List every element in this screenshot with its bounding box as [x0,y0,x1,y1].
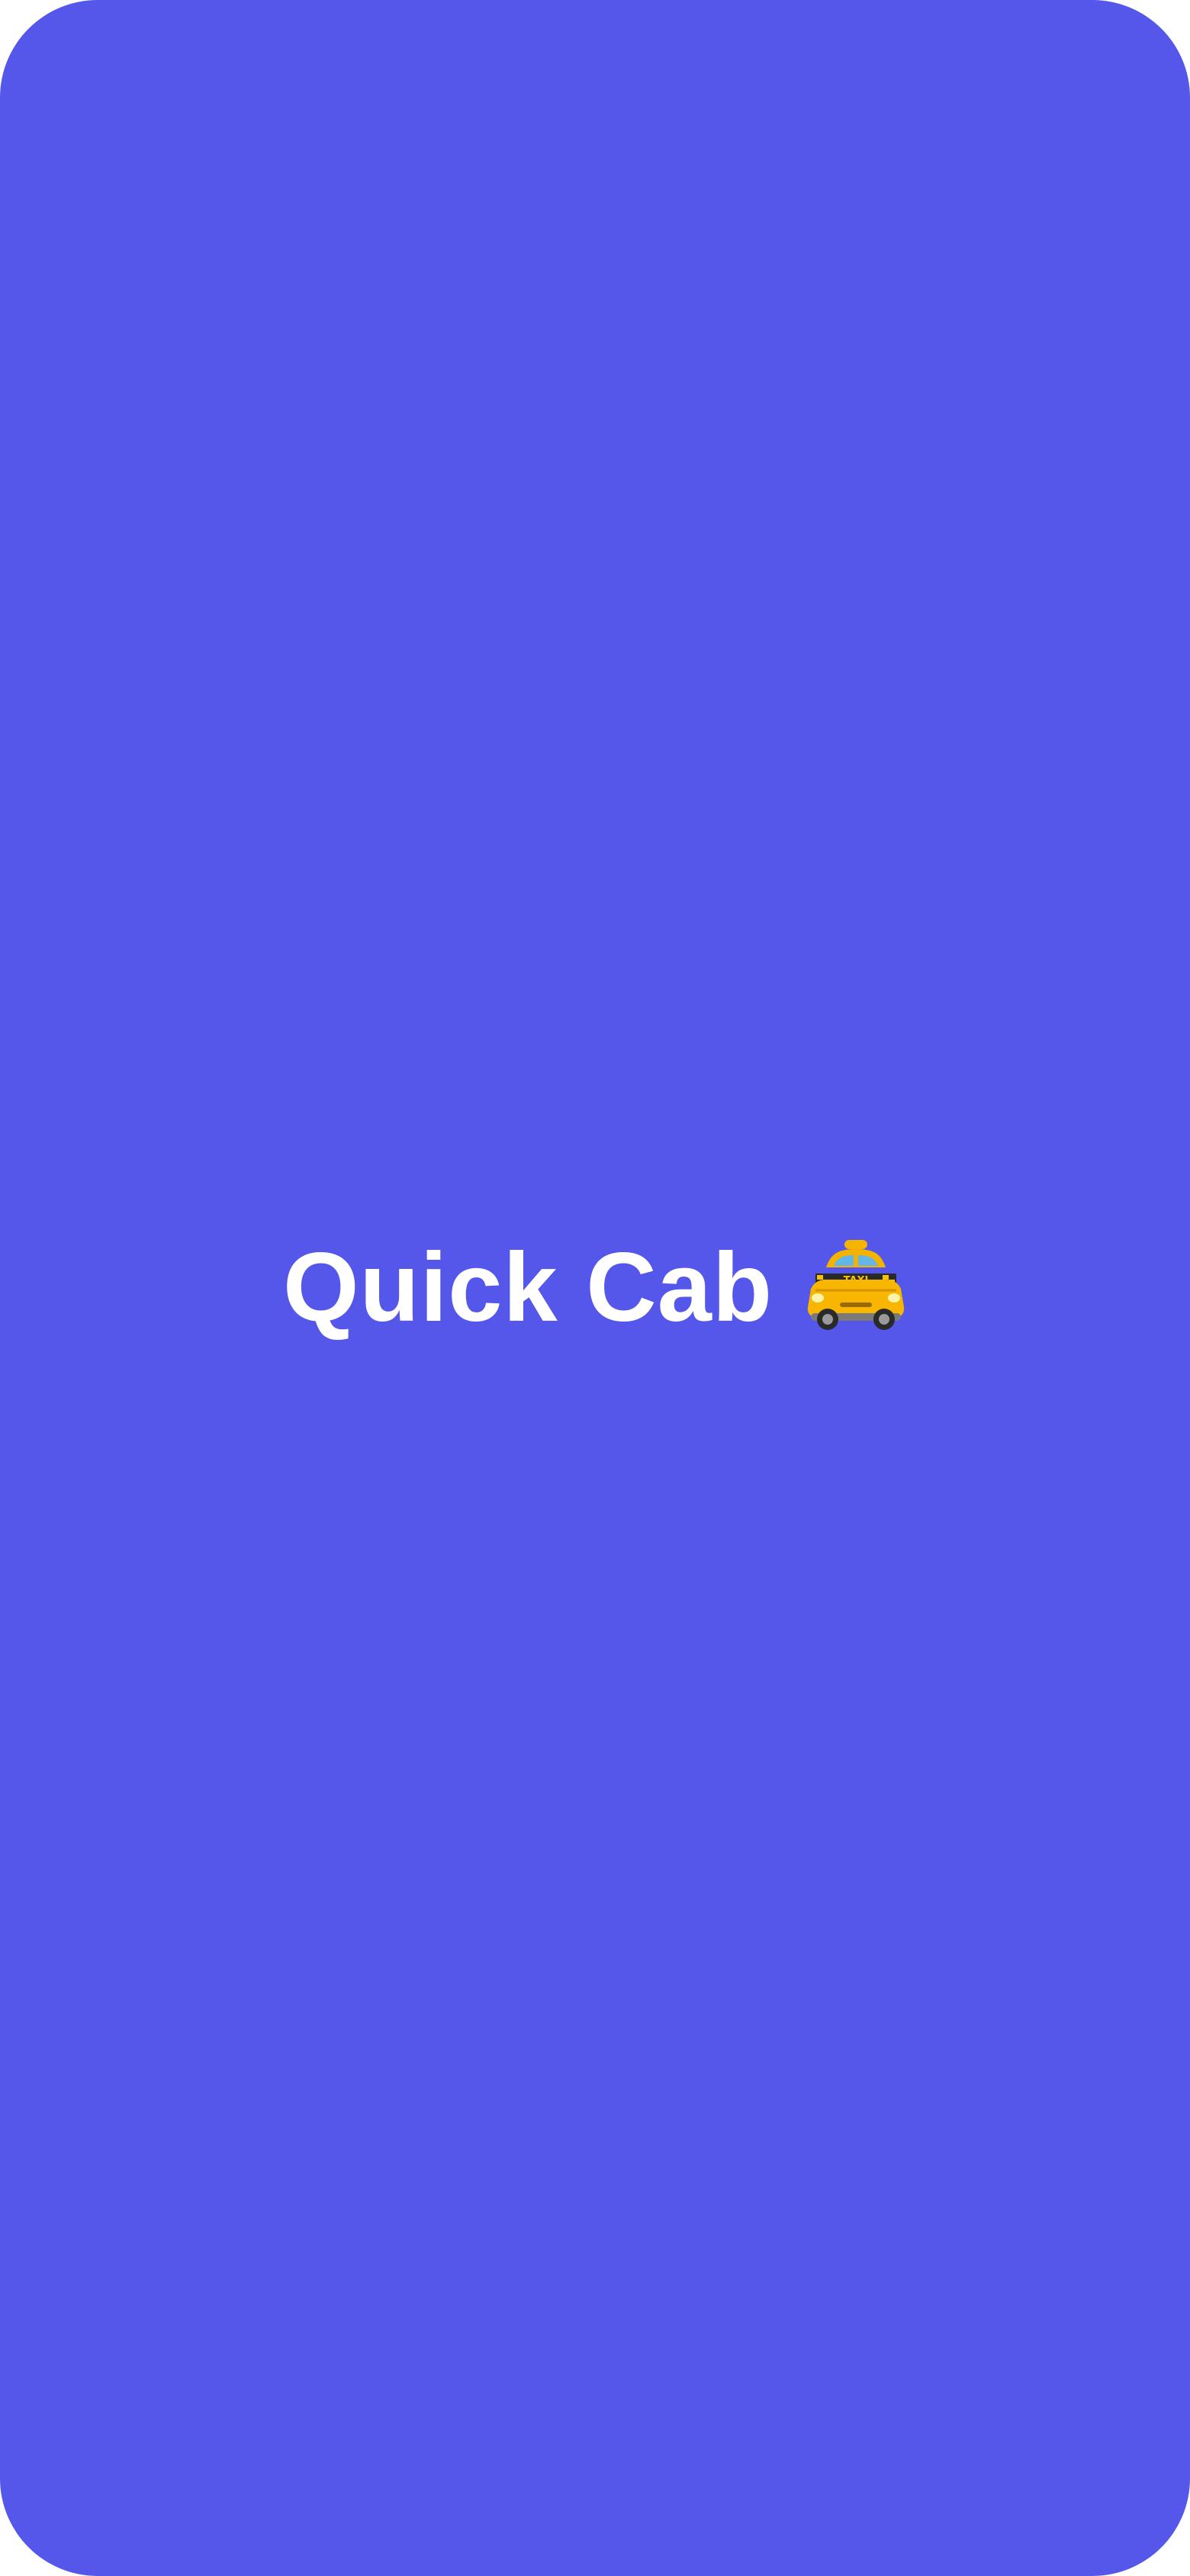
app-title: Quick Cab [282,1233,774,1342]
taxi-icon: TAXI [805,1240,907,1330]
splash-title: Quick Cab TAXI [0,1235,1190,1341]
splash-screen: Quick Cab TAXI [0,0,1190,2576]
